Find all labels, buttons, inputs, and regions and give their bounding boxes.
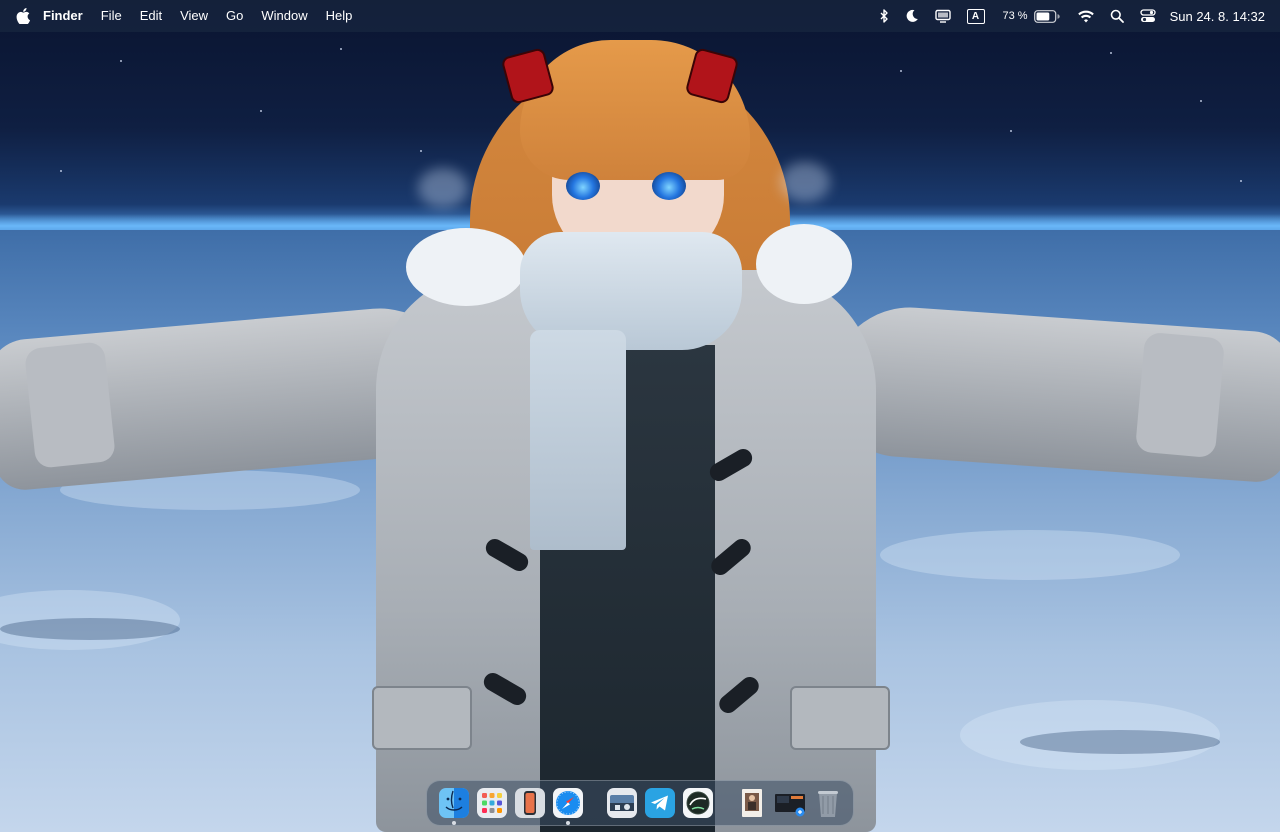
input-source-indicator[interactable]: A: [966, 0, 985, 32]
running-indicator: [452, 821, 456, 825]
dock-activity[interactable]: [682, 787, 714, 819]
input-source-label: A: [966, 8, 985, 24]
iphone-mirroring-icon: [515, 788, 545, 818]
menu-view[interactable]: View: [171, 0, 217, 32]
control-center-icon[interactable]: [1139, 0, 1156, 32]
dock: [426, 780, 854, 826]
dock-safari[interactable]: [552, 787, 584, 825]
app-name-menu[interactable]: Finder: [30, 0, 92, 32]
snowfield: [0, 230, 1280, 832]
activity-icon: [683, 788, 713, 818]
dock-trash[interactable]: [812, 787, 844, 819]
battery-icon[interactable]: [1033, 0, 1060, 32]
menu-bar-clock[interactable]: Sun 24. 8. 14:32: [1170, 9, 1265, 24]
dock-launchpad[interactable]: [476, 787, 508, 819]
document-thumbnail-icon: [742, 789, 762, 817]
finder-icon: [439, 788, 469, 818]
wifi-icon[interactable]: [1077, 0, 1094, 32]
desktop-wallpaper: [0, 0, 1280, 832]
safari-icon: [553, 788, 583, 818]
menu-edit[interactable]: Edit: [131, 0, 171, 32]
menu-file[interactable]: File: [92, 0, 131, 32]
screenshot-thumbnail-icon: [775, 794, 805, 817]
menu-help[interactable]: Help: [317, 0, 362, 32]
search-icon[interactable]: [1110, 0, 1124, 32]
dock-finder[interactable]: [438, 787, 470, 825]
menu-go[interactable]: Go: [217, 0, 252, 32]
launchpad-icon: [477, 788, 507, 818]
bluetooth-icon[interactable]: [879, 0, 889, 32]
menu-window[interactable]: Window: [252, 0, 316, 32]
dock-telegram[interactable]: [644, 787, 676, 819]
moon-icon[interactable]: [905, 0, 919, 32]
menu-bar-status: A 73 % Sun 24. 8. 14:32: [863, 0, 1280, 32]
menu-bar-left: Finder File Edit View Go Window Help: [0, 0, 361, 32]
running-indicator: [566, 821, 570, 825]
display-icon[interactable]: [934, 0, 951, 32]
telegram-icon: [645, 788, 675, 818]
battery-percentage: 73 %: [1002, 10, 1028, 22]
dock-document-stack[interactable]: [736, 787, 768, 819]
menu-bar: Finder File Edit View Go Window Help A 7…: [0, 0, 1280, 32]
trash-icon: [818, 791, 838, 817]
preview-icon: [607, 788, 637, 818]
dock-iphone-mirroring[interactable]: [514, 787, 546, 819]
night-sky: [0, 0, 1280, 232]
dock-preview[interactable]: [606, 787, 638, 819]
apple-logo-icon[interactable]: [16, 8, 30, 24]
dock-screenshot-stack[interactable]: [774, 787, 806, 819]
